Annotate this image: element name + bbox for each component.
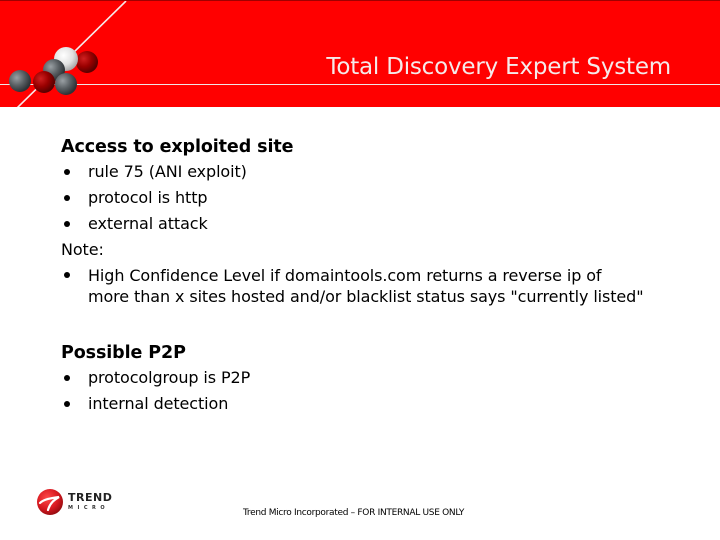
list-item-text: protocol is http: [88, 188, 208, 207]
bullet-icon: [64, 401, 70, 407]
bullet-list: protocolgroup is P2P internal detection: [61, 365, 250, 417]
trend-micro-logo-icon: [37, 489, 63, 515]
list-item-text: rule 75 (ANI exploit): [88, 162, 247, 181]
logo-wordmark: TREND MICRO: [68, 492, 112, 512]
molecule-atom: [33, 71, 55, 93]
bullet-icon: [64, 272, 70, 278]
list-item-text-line: more than x sites hosted and/or blacklis…: [88, 287, 644, 306]
bullet-icon: [64, 221, 70, 227]
list-item: High Confidence Level if domaintools.com…: [61, 263, 644, 307]
note-label: Note:: [61, 240, 104, 259]
logo-brand-bottom: MICRO: [68, 505, 110, 511]
note-bullet-list: High Confidence Level if domaintools.com…: [61, 263, 644, 307]
list-item: external attack: [61, 211, 644, 237]
list-item-text: internal detection: [88, 394, 229, 413]
molecule-icon: [9, 47, 98, 95]
section-possible-p2p: Possible P2P protocolgroup is P2P intern…: [61, 343, 250, 417]
trend-micro-logo: TREND MICRO: [36, 488, 112, 516]
bullet-icon: [64, 169, 70, 175]
section-exploited-site: Access to exploited site rule 75 (ANI ex…: [61, 137, 644, 307]
list-item: protocol is http: [61, 185, 644, 211]
page-title: Total Discovery Expert System: [326, 54, 671, 80]
logo-brand-top: TREND: [68, 491, 113, 504]
molecule-atom: [55, 73, 77, 95]
bullet-icon: [64, 375, 70, 381]
footer-confidentiality-note: Trend Micro Incorporated – FOR INTERNAL …: [243, 508, 465, 518]
section-heading: Possible P2P: [61, 343, 186, 363]
list-item-text: external attack: [88, 214, 208, 233]
list-item: protocolgroup is P2P: [61, 365, 250, 391]
molecule-atom: [9, 70, 31, 92]
list-item: internal detection: [61, 391, 250, 417]
bullet-icon: [64, 195, 70, 201]
bullet-list: rule 75 (ANI exploit) protocol is http e…: [61, 159, 644, 237]
list-item-text: protocolgroup is P2P: [88, 368, 251, 387]
list-item: rule 75 (ANI exploit): [61, 159, 644, 185]
molecule-atom: [76, 51, 98, 73]
list-item-text-line: High Confidence Level if domaintools.com…: [88, 266, 602, 285]
header-banner: Total Discovery Expert System: [0, 0, 720, 107]
section-heading: Access to exploited site: [61, 137, 294, 157]
